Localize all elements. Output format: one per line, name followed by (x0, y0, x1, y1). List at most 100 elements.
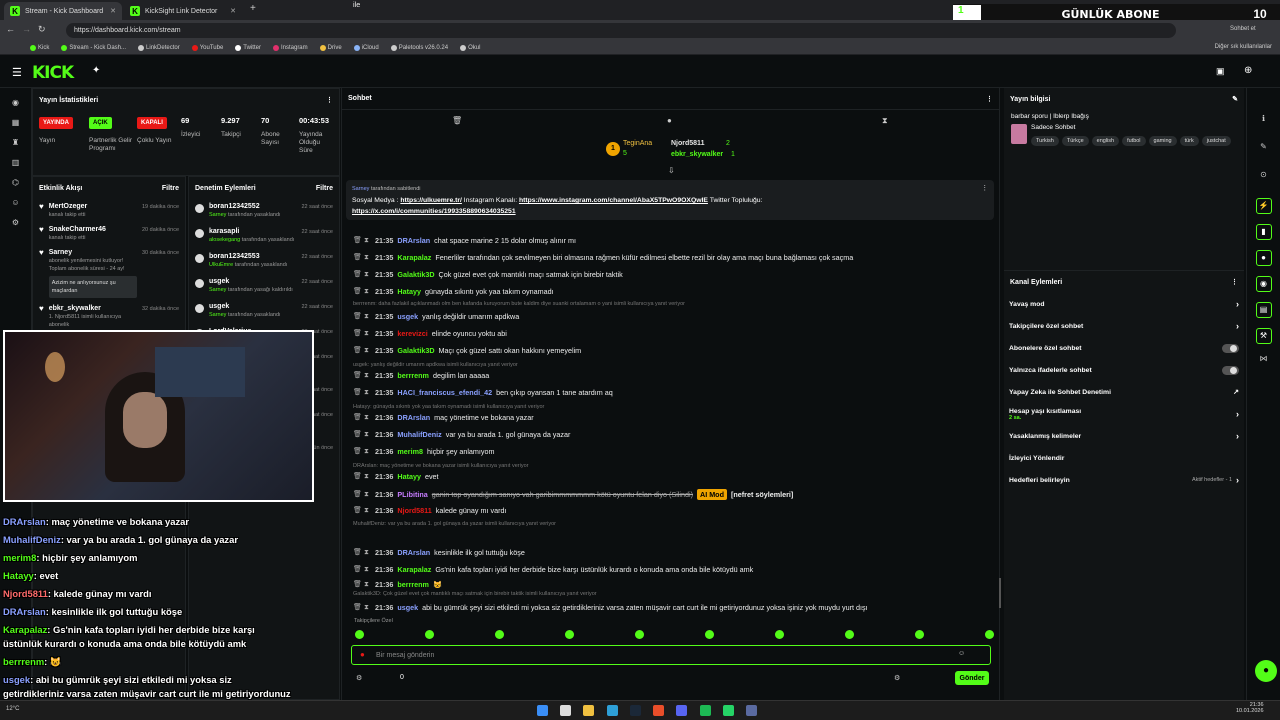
discord-icon[interactable] (676, 705, 688, 716)
timeout-icon[interactable]: ⧗ (364, 566, 371, 573)
channel-action-item[interactable]: Abonelere özel sohbet (1004, 337, 1244, 359)
delete-message-icon[interactable]: 🗑 (353, 604, 362, 611)
dashboard-icon[interactable]: ▦ (11, 118, 21, 128)
pinned-link[interactable]: https://ulkuemre.tr/ (400, 197, 462, 204)
signal-icon[interactable]: ⌬ (11, 178, 21, 188)
delete-message-icon[interactable]: 🗑 (353, 288, 362, 295)
message-user[interactable]: Karapalaz (397, 565, 431, 574)
message-user[interactable]: usgek (397, 312, 418, 321)
tools-button[interactable]: ⚒ (1255, 328, 1272, 344)
trophy-icon[interactable]: ♜ (11, 138, 21, 148)
tab-kicksight[interactable]: K KickSight Link Detector ✕ (124, 2, 242, 20)
tab-stream-dashboard[interactable]: K Stream - Kick Dashboard ✕ (4, 2, 122, 20)
tag-chip[interactable]: futbol (1122, 136, 1146, 146)
message-user[interactable]: DRArslan (397, 413, 430, 422)
points-icon[interactable]: ⚙ (356, 674, 362, 682)
delete-message-icon[interactable]: 🗑 (353, 448, 362, 455)
timeout-icon[interactable]: ⧗ (364, 330, 371, 337)
channel-action-item[interactable]: Hedefleri belirleyin Aktif hedefler - 1 › (1004, 469, 1244, 491)
pin-icon[interactable]: ✦ (92, 65, 100, 76)
chat-bubble-icon[interactable]: ● (667, 116, 672, 125)
timeout-icon[interactable]: ⧗ (364, 389, 371, 396)
channel-action-item[interactable]: Yalnızca ifadelerle sohbet (1004, 359, 1244, 381)
message-user[interactable]: Galaktik3D (397, 346, 434, 355)
hourglass-icon[interactable]: ⧗ (882, 116, 888, 126)
message-user[interactable]: berrrenm (397, 580, 429, 589)
timeout-icon[interactable]: ⧗ (364, 288, 371, 295)
bookmark-item[interactable]: Okul (460, 45, 480, 51)
delete-message-icon[interactable]: 🗑 (353, 389, 362, 396)
chat-scrollbar[interactable] (999, 578, 1001, 608)
timeout-icon[interactable]: ⧗ (364, 347, 371, 354)
timeout-icon[interactable]: ⧗ (364, 372, 371, 379)
emote-icon[interactable] (635, 630, 644, 639)
delete-message-icon[interactable]: 🗑 (353, 581, 362, 588)
broadcast-icon[interactable]: ◉ (11, 98, 21, 108)
timeout-icon[interactable]: ⧗ (364, 414, 371, 421)
close-icon[interactable]: ✕ (110, 7, 116, 15)
tag-chip[interactable]: justchat (1201, 136, 1231, 146)
kick-app-icon[interactable]: ⊕ (1244, 65, 1252, 76)
message-user[interactable]: MuhalifDeniz (397, 430, 441, 439)
delete-message-icon[interactable]: 🗑 (353, 330, 362, 337)
explorer-icon[interactable] (583, 705, 595, 716)
timeout-icon[interactable]: ⧗ (364, 581, 371, 588)
bookmark-item[interactable]: Kick (30, 45, 49, 51)
delete-message-icon[interactable]: 🗑 (353, 491, 362, 498)
timeout-icon[interactable]: ⧗ (364, 473, 371, 480)
delete-message-icon[interactable]: 🗑 (353, 549, 362, 556)
emote-icon[interactable] (915, 630, 924, 639)
emote-icon[interactable] (425, 630, 434, 639)
menu-icon[interactable]: ☰ (12, 66, 22, 79)
whatsapp-icon[interactable] (722, 705, 734, 716)
pinned-link[interactable]: https://x.com/i/communities/199335889063… (352, 208, 516, 215)
delete-message-icon[interactable]: 🗑 (353, 313, 362, 320)
delete-message-icon[interactable]: 🗑 (353, 271, 362, 278)
broadcast-button[interactable]: ◉ (1255, 276, 1272, 292)
share-icon[interactable]: ⋈ (1259, 354, 1269, 364)
timeout-icon[interactable]: ⧗ (364, 271, 371, 278)
tag-chip[interactable]: english (1091, 136, 1120, 146)
tag-chip[interactable]: Turkish (1031, 136, 1059, 146)
profile-chip[interactable]: Sohbet et (1230, 26, 1256, 32)
message-user[interactable]: Karapalaz (397, 253, 431, 262)
panel-button[interactable]: ▤ (1255, 302, 1272, 318)
toggle-switch[interactable] (1222, 365, 1239, 375)
delete-message-icon[interactable]: 🗑 (353, 237, 362, 244)
message-user[interactable]: HACI_franciscus_efendi_42 (397, 388, 492, 397)
search-icon[interactable] (560, 705, 572, 716)
tag-chip[interactable]: Türkçe (1061, 136, 1089, 146)
emote-icon[interactable] (705, 630, 714, 639)
timeout-icon[interactable]: ⧗ (364, 604, 371, 611)
bookmark-item[interactable]: Paletools v26.0.24 (390, 45, 448, 51)
delete-message-icon[interactable]: 🗑 (353, 347, 362, 354)
message-user[interactable]: Hatayy (397, 287, 421, 296)
tag-chip[interactable]: türk (1179, 136, 1199, 146)
kebab-icon[interactable]: ⋮ (326, 96, 333, 104)
steam-icon[interactable] (629, 705, 641, 716)
bookmark-item[interactable]: iCloud (353, 45, 379, 51)
back-icon[interactable]: ← (6, 24, 15, 34)
channel-action-item[interactable]: Yapay Zeka ile Sohbet Denetimi ↗ (1004, 381, 1244, 403)
emote-icon[interactable] (495, 630, 504, 639)
channel-action-item[interactable]: İzleyici Yönlendir (1004, 447, 1244, 469)
edit-icon[interactable]: ✎ (1232, 95, 1238, 103)
delete-message-icon[interactable]: 🗑 (353, 414, 362, 421)
bookmark-item[interactable]: YouTube (191, 45, 223, 51)
delete-message-icon[interactable]: 🗑 (353, 372, 362, 379)
timeout-icon[interactable]: ⧗ (364, 448, 371, 455)
layout-icon[interactable]: ▣ (1216, 66, 1225, 77)
chat-button[interactable]: ● (1255, 250, 1272, 266)
channel-action-item[interactable]: Takipçilere özel sohbet › (1004, 315, 1244, 337)
message-user[interactable]: DRArslan (397, 548, 430, 557)
collapse-icon[interactable]: ⇩ (668, 166, 675, 175)
bookmark-item[interactable]: Stream - Kick Dash... (61, 45, 126, 51)
close-icon[interactable]: ✕ (230, 7, 236, 15)
message-user[interactable]: Njord5811 (397, 506, 431, 515)
timeout-icon[interactable]: ⧗ (364, 491, 371, 498)
emote-icon[interactable]: ☺ (958, 650, 965, 657)
bookmark-item[interactable]: Twitter (235, 45, 261, 51)
kick-logo[interactable]: KICK (32, 63, 74, 83)
message-user[interactable]: merim8 (397, 447, 423, 456)
timeout-icon[interactable]: ⧗ (364, 431, 371, 438)
